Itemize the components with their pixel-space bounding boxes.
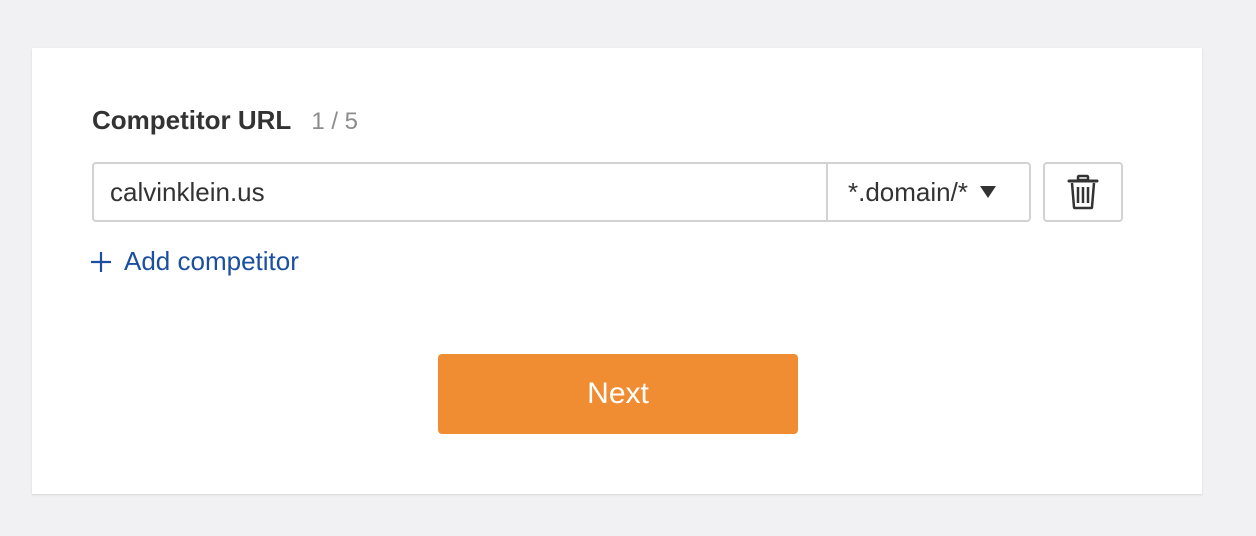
competitor-row: *.domain/* xyxy=(92,162,1123,222)
competitor-url-input[interactable] xyxy=(92,162,826,222)
next-button[interactable]: Next xyxy=(438,354,798,434)
competitor-count: 1 / 5 xyxy=(311,108,359,135)
competitor-url-title: Competitor URL xyxy=(92,105,292,135)
form-heading: Competitor URL 1 / 5 xyxy=(92,105,358,136)
caret-down-icon xyxy=(979,186,996,198)
add-competitor-label: Add competitor xyxy=(124,246,299,276)
url-scope-dropdown[interactable]: *.domain/* xyxy=(826,162,1031,222)
delete-competitor-button[interactable] xyxy=(1043,162,1123,222)
competitor-form-card: Competitor URL 1 / 5 *.domain/* Add comp… xyxy=(32,48,1202,494)
url-scope-value: *.domain/* xyxy=(848,176,968,207)
trash-icon xyxy=(1067,174,1099,210)
plus-icon xyxy=(91,251,111,272)
add-competitor-link[interactable]: Add competitor xyxy=(90,246,299,277)
